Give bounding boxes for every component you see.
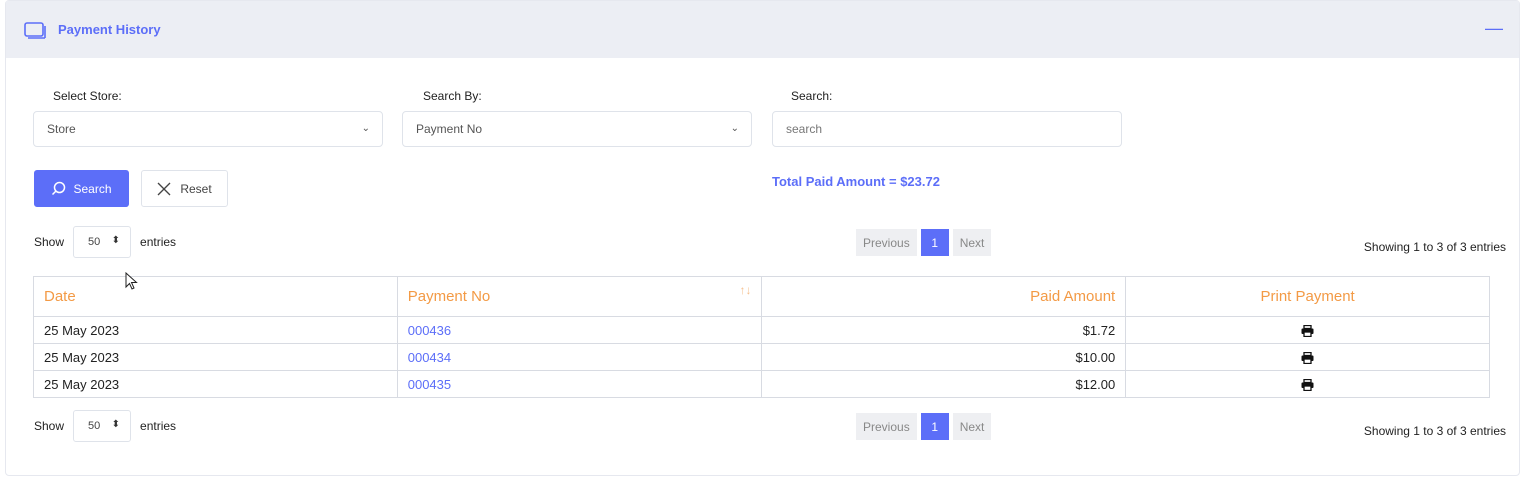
search-label: Search:: [791, 89, 833, 103]
cell-date: 25 May 2023: [33, 316, 398, 344]
search-by-label: Search By:: [423, 89, 482, 103]
next-button[interactable]: Next: [952, 229, 992, 256]
search-icon: [52, 181, 66, 196]
cell-date: 25 May 2023: [33, 343, 398, 371]
next-button[interactable]: Next: [952, 413, 992, 440]
close-icon: [157, 182, 171, 195]
page-1-button[interactable]: 1: [920, 229, 949, 256]
printer-icon[interactable]: [1301, 325, 1314, 338]
column-date[interactable]: Date: [33, 276, 398, 317]
total-paid-amount: Total Paid Amount = $23.72: [772, 174, 940, 189]
sort-arrows-icon: ⬍: [111, 419, 121, 430]
table-header-row: Date Payment No ↑↓ Paid Amount Print Pay…: [33, 276, 1490, 317]
table-row: 25 May 2023 000435 $12.00: [33, 370, 1490, 398]
printer-icon[interactable]: [1301, 352, 1314, 365]
cell-print: [1125, 343, 1490, 371]
entries-label: entries: [140, 419, 177, 433]
search-button[interactable]: Search: [34, 170, 129, 207]
search-input[interactable]: search: [772, 111, 1122, 147]
cell-amount: $10.00: [761, 343, 1127, 371]
show-label: Show: [34, 419, 65, 433]
page-length-select[interactable]: 50 ⬍: [73, 410, 132, 442]
search-by-value: Payment No: [416, 122, 483, 136]
chevron-down-icon: ⌄: [361, 123, 370, 134]
length-control-bottom: Show 50 ⬍ entries: [34, 410, 176, 442]
pagination-bottom: Previous 1 Next: [856, 413, 992, 440]
search-button-label: Search: [73, 181, 112, 196]
payment-no-link[interactable]: 000436: [396, 316, 763, 344]
previous-button[interactable]: Previous: [856, 413, 917, 440]
chevron-down-icon: ⌄: [730, 123, 739, 134]
store-label: Select Store:: [53, 89, 122, 103]
cell-print: [1125, 316, 1490, 344]
store-select-value: Store: [47, 122, 76, 136]
page-length-select[interactable]: 50 ⬍: [73, 226, 132, 258]
show-label: Show: [34, 235, 65, 249]
page-1-button[interactable]: 1: [920, 413, 949, 440]
payment-history-card: Payment History —: [5, 0, 1520, 476]
cell-amount: $1.72: [761, 316, 1127, 344]
cell-print: [1125, 370, 1490, 398]
column-print-payment[interactable]: Print Payment: [1125, 276, 1490, 317]
page-title: Payment History: [58, 22, 161, 37]
sort-icon: ↑↓: [739, 283, 752, 297]
pagination-top: Previous 1 Next: [856, 229, 992, 256]
column-payment-no-label: Payment No: [407, 288, 491, 305]
reset-button[interactable]: Reset: [141, 170, 228, 207]
mouse-pointer-icon: [125, 272, 138, 290]
column-payment-no[interactable]: Payment No ↑↓: [396, 276, 763, 317]
search-by-select[interactable]: Payment No ⌄: [402, 111, 752, 147]
entries-label: entries: [140, 235, 177, 249]
table-row: 25 May 2023 000434 $10.00: [33, 343, 1490, 371]
reset-button-label: Reset: [180, 181, 212, 196]
table-info-bottom: Showing 1 to 3 of 3 entries: [1363, 424, 1506, 438]
cell-amount: $12.00: [761, 370, 1127, 398]
sort-arrows-icon: ⬍: [111, 235, 121, 246]
search-placeholder: search: [786, 122, 823, 136]
length-control-top: Show 50 ⬍ entries: [34, 226, 176, 258]
card-header: Payment History —: [6, 1, 1519, 58]
page-length-value: 50: [88, 236, 101, 248]
column-paid-amount[interactable]: Paid Amount: [761, 276, 1127, 317]
previous-button[interactable]: Previous: [856, 229, 917, 256]
table-row: 25 May 2023 000436 $1.72: [33, 316, 1490, 344]
payment-no-link[interactable]: 000435: [396, 370, 763, 398]
printer-icon[interactable]: [1301, 379, 1314, 392]
store-select[interactable]: Store ⌄: [33, 111, 383, 147]
window-icon: [24, 21, 46, 39]
cell-date: 25 May 2023: [33, 370, 398, 398]
page-length-value: 50: [88, 420, 101, 432]
payment-no-link[interactable]: 000434: [396, 343, 763, 371]
payments-table: Date Payment No ↑↓ Paid Amount Print Pay…: [33, 276, 1490, 398]
table-info-top: Showing 1 to 3 of 3 entries: [1363, 240, 1506, 254]
collapse-button[interactable]: —: [1485, 19, 1503, 37]
